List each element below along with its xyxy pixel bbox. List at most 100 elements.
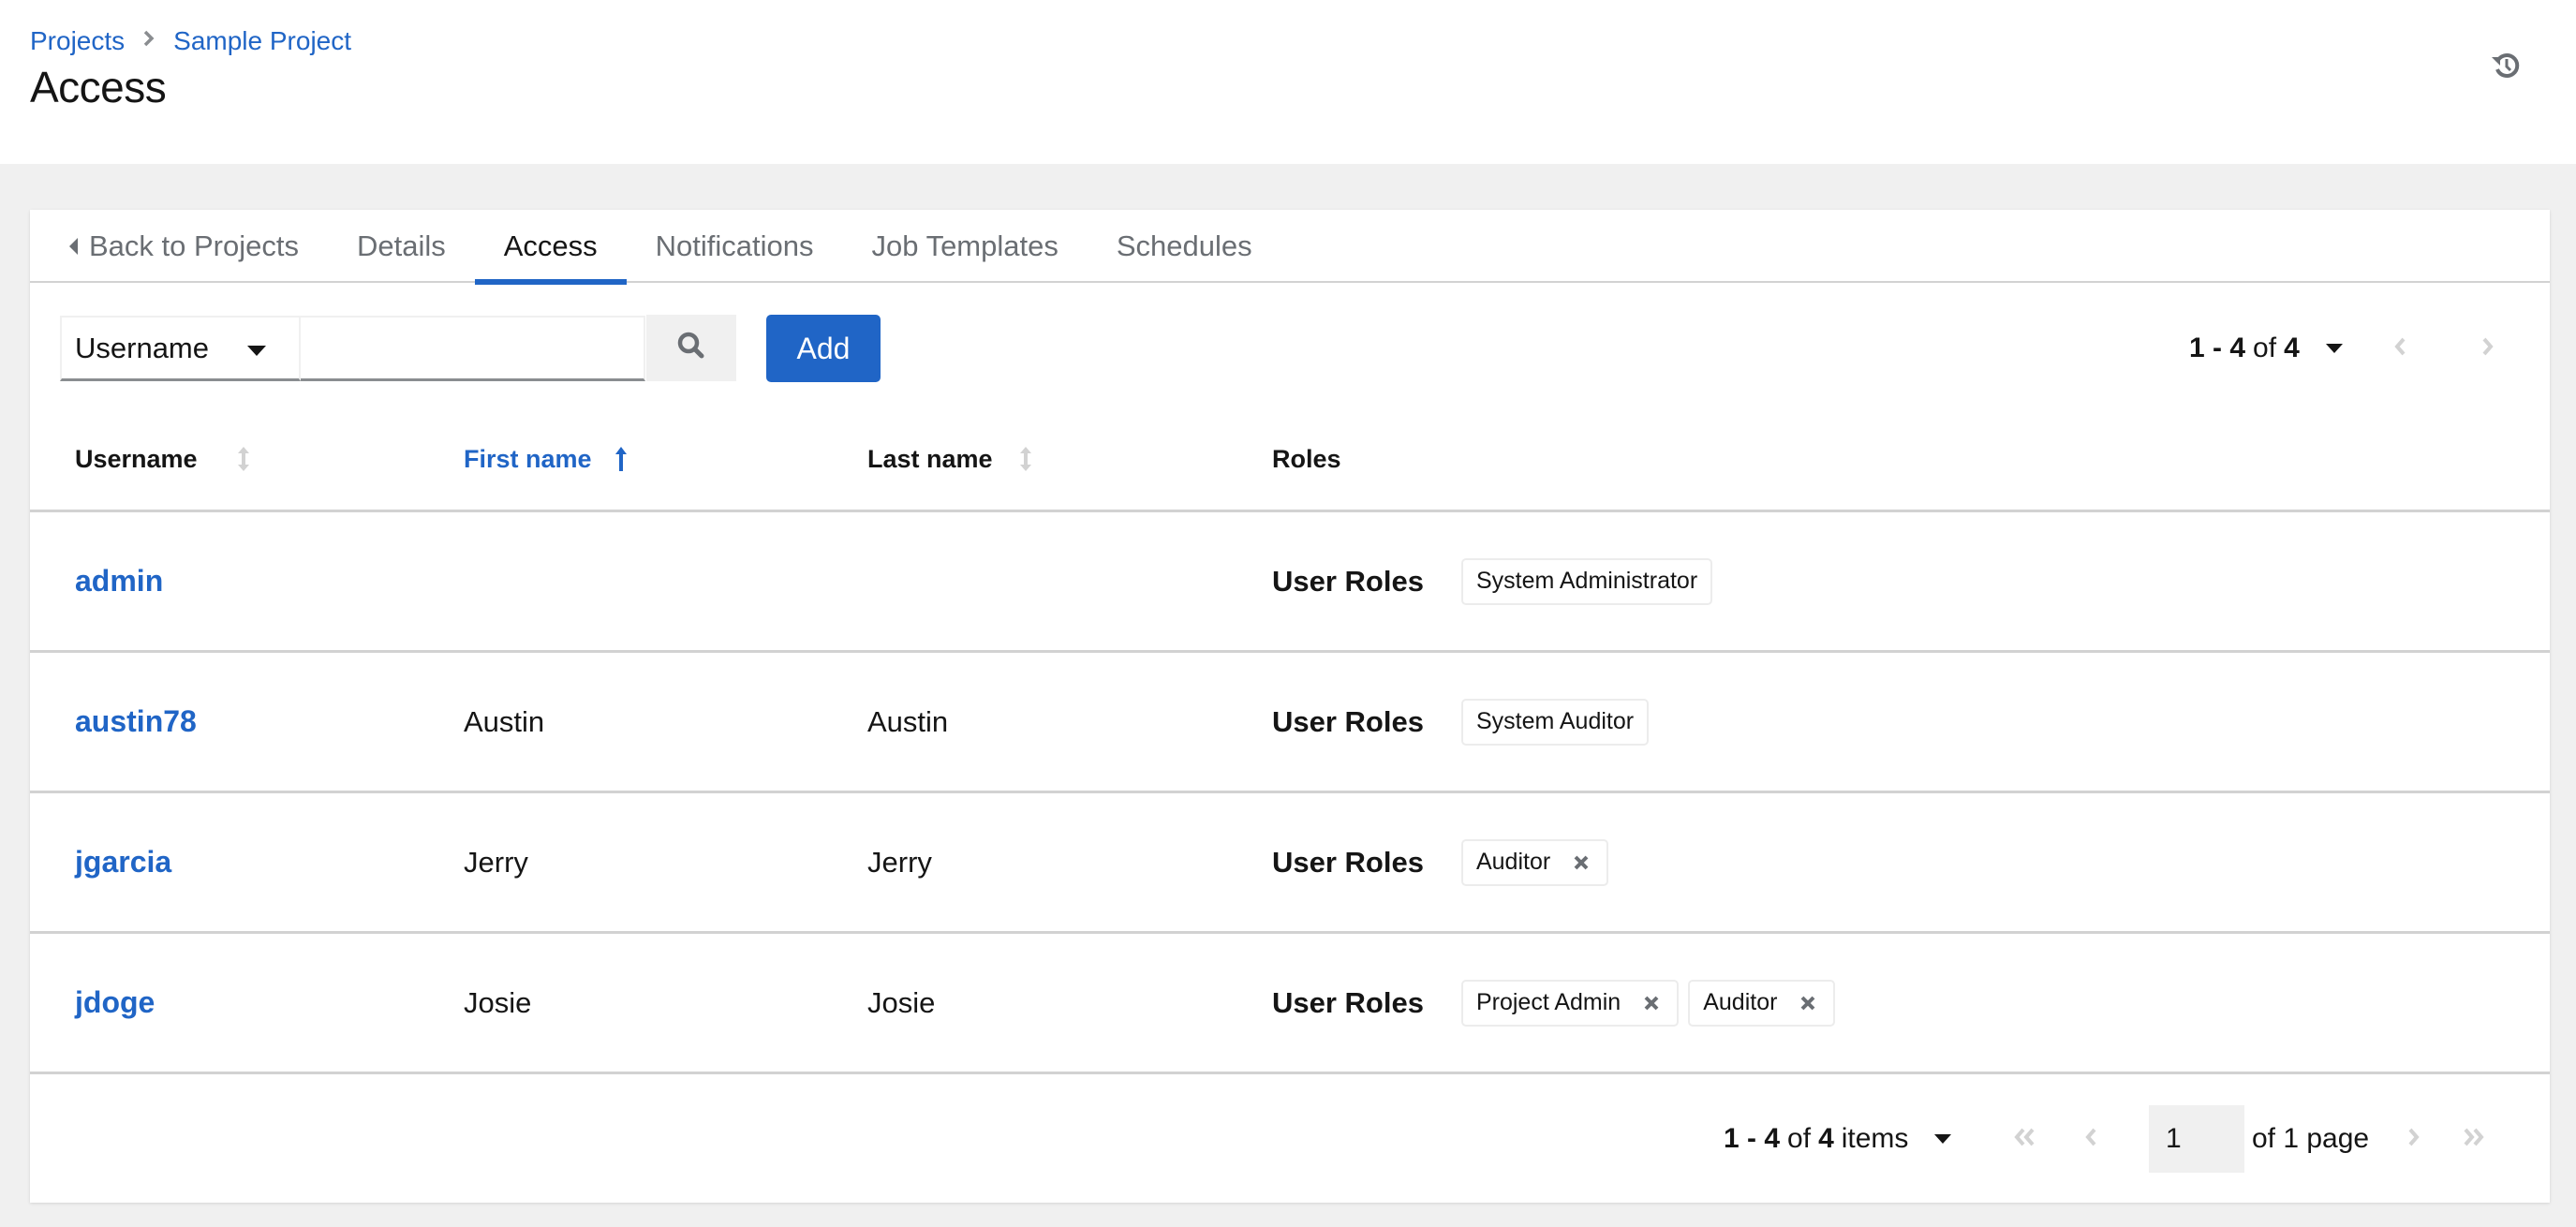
filter-field-select[interactable]: Username <box>60 316 301 381</box>
roles-label: User Roles <box>1272 704 1424 738</box>
table-row: jdoge Josie Josie User Roles Project Adm… <box>30 934 2550 1074</box>
breadcrumb: Projects Sample Project <box>30 22 351 60</box>
tab-bar: Back to Projects Details Access Notifica… <box>30 210 2550 285</box>
pager-items-label: items <box>1841 1123 1909 1154</box>
role-chip: Project Admin <box>1460 979 1680 1027</box>
pager-of: of <box>2253 333 2277 363</box>
top-pagination-toggle[interactable]: 1 - 4 of 4 <box>2189 315 2343 382</box>
cell-first-name: Austin <box>464 704 545 738</box>
role-chip: Auditor <box>1688 979 1836 1027</box>
roles-label: User Roles <box>1272 845 1424 879</box>
cell-roles: User Roles System Administrator <box>1272 512 1722 650</box>
tab-access[interactable]: Access <box>474 210 627 285</box>
add-button[interactable]: Add <box>766 315 881 382</box>
role-chip-label: System Administrator <box>1475 568 1698 594</box>
first-page-button[interactable] <box>2014 1128 2036 1150</box>
chevron-right-icon <box>2480 336 2495 362</box>
tab-schedules[interactable]: Schedules <box>1088 210 1281 283</box>
tab-back-to-projects[interactable]: Back to Projects <box>30 210 328 283</box>
column-header-last-name[interactable]: Last name <box>867 408 1032 510</box>
sort-icon <box>1019 445 1032 473</box>
chevron-right-icon <box>2406 1127 2421 1152</box>
pager-of: of <box>1787 1123 1812 1154</box>
table-row: admin User Roles System Administrator <box>30 512 2550 653</box>
roles-label: User Roles <box>1272 564 1424 598</box>
chevron-left-icon <box>2392 336 2407 362</box>
username-link[interactable]: jgarcia <box>75 845 171 880</box>
page-header: Projects Sample Project Access <box>0 0 2576 164</box>
previous-page-button[interactable] <box>2389 337 2411 360</box>
role-chip: System Auditor <box>1460 698 1650 746</box>
role-chip: System Administrator <box>1460 557 1713 605</box>
breadcrumb-projects[interactable]: Projects <box>30 26 125 56</box>
next-page-button[interactable] <box>2477 337 2499 360</box>
column-header-username[interactable]: Username <box>75 408 250 510</box>
sort-ascending-icon <box>614 445 628 473</box>
role-chip-label: Auditor <box>1703 989 1778 1015</box>
cell-last-name: Austin <box>867 704 949 738</box>
remove-role-icon[interactable] <box>1799 995 1816 1012</box>
tab-label: Notifications <box>655 229 814 262</box>
caret-down-icon <box>247 346 266 356</box>
previous-page-button[interactable] <box>2080 1128 2102 1150</box>
tab-details[interactable]: Details <box>328 210 475 283</box>
username-link[interactable]: jdoge <box>75 985 155 1020</box>
cell-roles: User Roles Project Admin Auditor <box>1272 934 1844 1072</box>
cell-last-name: Josie <box>867 985 936 1019</box>
caret-down-icon[interactable] <box>2325 344 2343 353</box>
remove-role-icon[interactable] <box>1643 995 1660 1012</box>
history-button[interactable] <box>2487 49 2524 86</box>
page-title: Access <box>30 63 167 111</box>
column-label: First name <box>464 444 592 473</box>
double-chevron-left-icon <box>2012 1127 2038 1152</box>
toolbar: Username Add 1 - 4 of 4 <box>30 315 2550 382</box>
breadcrumb-sample-project[interactable]: Sample Project <box>173 26 351 56</box>
username-link[interactable]: austin78 <box>75 704 197 739</box>
double-chevron-right-icon <box>2460 1127 2486 1152</box>
tab-label: Details <box>356 229 446 262</box>
tab-label: Back to Projects <box>89 229 299 262</box>
tab-job-templates[interactable]: Job Templates <box>843 210 1088 283</box>
cell-username: admin <box>75 512 163 650</box>
next-page-button[interactable] <box>2403 1128 2425 1150</box>
access-card: Back to Projects Details Access Notifica… <box>30 210 2550 1203</box>
per-page-toggle[interactable]: 1 - 4 of 4 items <box>1724 1105 1952 1173</box>
table-header: Username First name Last name Roles <box>30 408 2550 512</box>
search-icon <box>676 331 706 365</box>
chevron-right-icon <box>125 28 173 54</box>
caret-left-icon <box>69 238 78 255</box>
tab-label: Schedules <box>1116 229 1252 262</box>
search-button[interactable] <box>646 315 736 381</box>
cell-first-name: Jerry <box>464 845 528 879</box>
page-count-label: of 1 page <box>2252 1123 2370 1154</box>
cell-roles: User Roles System Auditor <box>1272 653 1658 791</box>
history-icon <box>2490 50 2522 86</box>
tab-label: Access <box>503 229 598 262</box>
table-row: austin78 Austin Austin User Roles System… <box>30 653 2550 793</box>
remove-role-icon[interactable] <box>1573 854 1590 871</box>
search-input[interactable] <box>301 316 645 381</box>
access-table: Username First name Last name Roles admi… <box>30 408 2550 1074</box>
username-link[interactable]: admin <box>75 564 163 599</box>
column-header-first-name[interactable]: First name <box>464 408 628 510</box>
tab-label: Job Templates <box>871 229 1059 262</box>
tab-notifications[interactable]: Notifications <box>627 210 843 283</box>
column-label: Roles <box>1272 444 1341 473</box>
chevron-left-icon <box>2083 1127 2098 1152</box>
cell-roles: User Roles Auditor <box>1272 793 1618 931</box>
last-page-button[interactable] <box>2462 1128 2484 1150</box>
cell-username: jdoge <box>75 934 155 1072</box>
pager-range: 1 - 4 <box>2189 333 2246 363</box>
cell-first-name: Josie <box>464 985 532 1019</box>
role-chip-label: Auditor <box>1475 849 1551 875</box>
caret-down-icon[interactable] <box>1934 1134 1952 1144</box>
role-chip: Auditor <box>1460 838 1609 886</box>
cell-username: austin78 <box>75 653 197 791</box>
pager-total: 4 <box>1818 1123 1834 1154</box>
table-row: jgarcia Jerry Jerry User Roles Auditor <box>30 793 2550 934</box>
cell-last-name: Jerry <box>867 845 932 879</box>
current-page-input[interactable] <box>2149 1105 2244 1173</box>
pager-range: 1 - 4 <box>1724 1123 1781 1154</box>
column-label: Last name <box>867 444 993 473</box>
column-header-roles: Roles <box>1272 408 1341 510</box>
